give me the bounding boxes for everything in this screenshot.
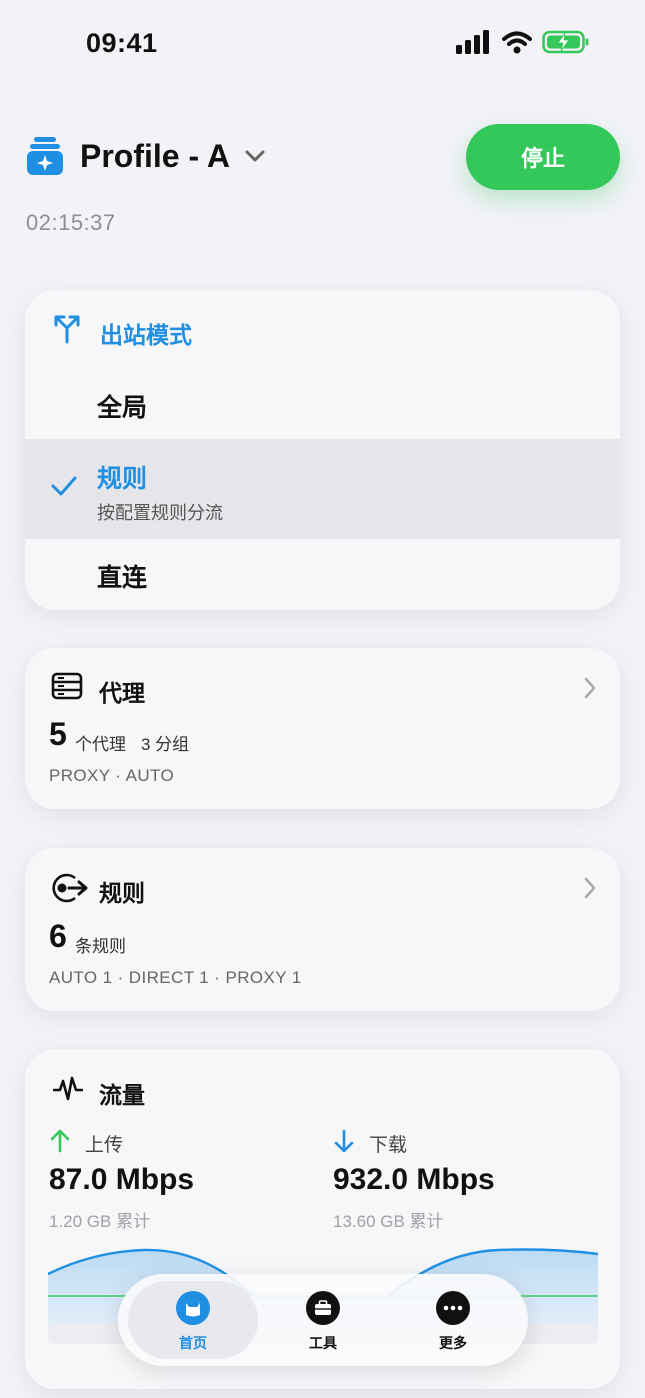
more-icon xyxy=(436,1291,470,1325)
mode-option-label: 直连 xyxy=(97,564,148,592)
outbound-mode-card: 出站模式 全局 规则 按配置规则分流 直连 xyxy=(25,290,620,610)
proxies-title: 代理 xyxy=(99,680,145,706)
rule-summary: AUTO 1 · DIRECT 1 · PROXY 1 xyxy=(49,968,302,987)
profile-selector[interactable]: Profile - A xyxy=(26,136,266,176)
rule-count: 6 xyxy=(49,918,67,954)
mode-option-direct[interactable]: 直连 xyxy=(25,544,620,608)
rules-card[interactable]: 规则 6 条规则 AUTO 1 · DIRECT 1 · PROXY 1 xyxy=(25,848,620,1011)
download-total: 13.60 GB 累计 xyxy=(333,1212,444,1231)
server-icon xyxy=(51,672,83,700)
waveform-icon xyxy=(53,1076,83,1101)
mode-option-global[interactable]: 全局 xyxy=(25,374,620,438)
stack-sparkle-icon xyxy=(27,137,63,175)
toolbox-icon xyxy=(306,1291,340,1325)
proxy-count-unit: 个代理 xyxy=(75,735,126,754)
signal-icon xyxy=(456,30,489,54)
status-time: 09:41 xyxy=(86,28,158,58)
proxy-summary: PROXY · AUTO xyxy=(49,766,175,785)
mode-option-rule[interactable]: 规则 按配置规则分流 xyxy=(25,439,620,539)
tab-label: 更多 xyxy=(439,1335,467,1351)
cat-app-icon xyxy=(176,1291,210,1325)
proxy-group-count: 3 分组 xyxy=(141,735,190,754)
branch-arrow-icon xyxy=(54,315,80,344)
profile-name: Profile - A xyxy=(80,137,230,174)
mode-option-description: 按配置规则分流 xyxy=(97,503,223,523)
proxies-card[interactable]: 代理 5 个代理 3 分组 PROXY · AUTO xyxy=(25,648,620,809)
stop-button[interactable]: 停止 xyxy=(466,124,620,190)
chevron-down-icon xyxy=(245,150,265,162)
traffic-title: 流量 xyxy=(99,1082,145,1108)
chevron-right-icon xyxy=(584,877,596,899)
proxy-count: 5 xyxy=(49,716,67,752)
checkmark-icon xyxy=(51,476,77,496)
upload-speed: 87.0 Mbps xyxy=(49,1163,195,1196)
download-speed: 932.0 Mbps xyxy=(333,1163,495,1196)
download-label: 下载 xyxy=(369,1135,408,1156)
uptime-timer: 02:15:37 xyxy=(26,210,116,235)
wifi-icon xyxy=(502,31,532,54)
rules-title: 规则 xyxy=(99,880,145,906)
tab-tools[interactable]: 工具 xyxy=(258,1281,388,1359)
rule-count-unit: 条规则 xyxy=(75,937,126,956)
upload-label: 上传 xyxy=(85,1135,124,1156)
tab-label: 首页 xyxy=(179,1335,207,1351)
outbound-mode-title: 出站模式 xyxy=(100,322,192,348)
chevron-right-icon xyxy=(584,677,596,699)
arrow-down-icon xyxy=(334,1129,354,1153)
mode-option-label: 全局 xyxy=(97,394,148,422)
tab-bar: 首页 工具 更多 xyxy=(118,1274,528,1366)
tab-more[interactable]: 更多 xyxy=(388,1281,518,1359)
arrow-up-icon xyxy=(50,1129,70,1153)
mode-option-label: 规则 xyxy=(97,465,148,493)
upload-total: 1.20 GB 累计 xyxy=(49,1212,151,1231)
rule-arrow-icon xyxy=(52,873,88,903)
tab-label: 工具 xyxy=(309,1335,337,1351)
battery-charging-icon xyxy=(542,30,589,54)
status-icons xyxy=(456,30,590,54)
tab-home[interactable]: 首页 xyxy=(128,1281,258,1359)
home-screen: 09:41 Profile - A 停止 02:15:37 出站模式 全局 规则… xyxy=(0,0,645,1398)
